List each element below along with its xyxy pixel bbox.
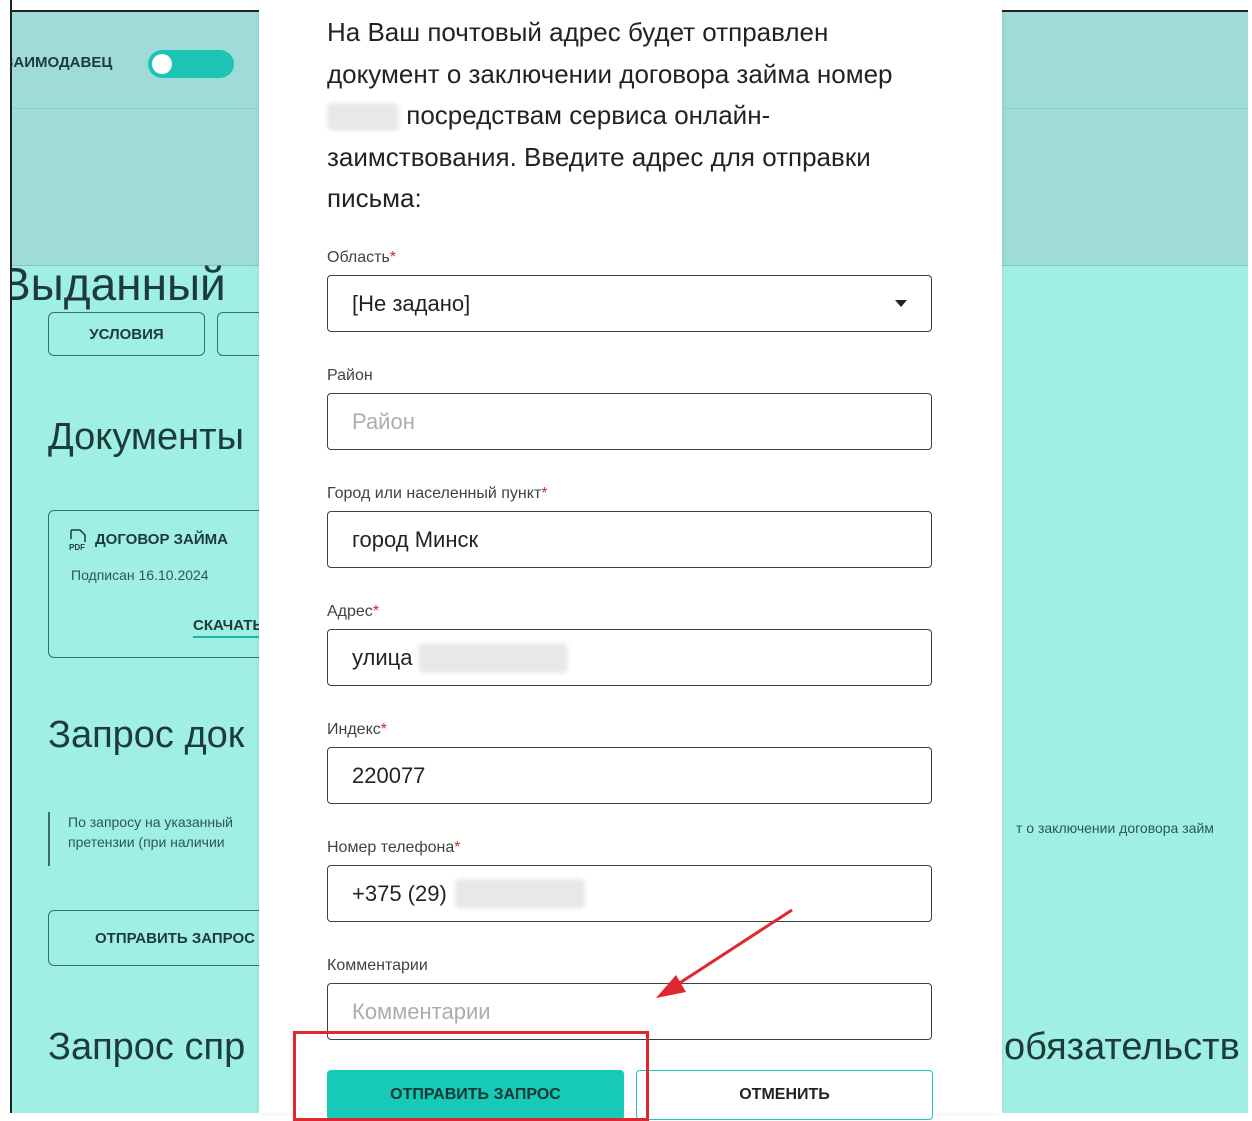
address-input[interactable]: улица	[327, 629, 932, 686]
certificate-heading: Запрос спр	[48, 1026, 246, 1068]
dropdown-caret-icon	[895, 300, 907, 307]
redacted-phone	[454, 878, 585, 909]
city-label: Город или населенный пункт*	[327, 485, 548, 502]
city-input[interactable]: город Минск	[327, 511, 932, 568]
region-label: Область*	[327, 249, 397, 266]
district-label: Район	[327, 367, 373, 384]
comments-label: Комментарии	[327, 957, 428, 974]
document-title: ДОГОВОР ЗАЙМА	[95, 531, 228, 548]
address-label: Адрес*	[327, 603, 380, 620]
phone-label: Номер телефона*	[327, 839, 461, 856]
svg-text:PDF: PDF	[69, 543, 85, 551]
document-signed-date: Подписан 16.10.2024	[71, 567, 209, 583]
annotation-highlight-box	[293, 1031, 649, 1121]
download-link[interactable]: СКАЧАТЬ	[193, 617, 264, 638]
page-title: Выданный	[12, 258, 226, 310]
send-request-button-bg[interactable]: ОТПРАВИТЬ ЗАПРОС	[48, 910, 288, 966]
role-toggle[interactable]	[148, 50, 234, 78]
region-select-value: [Не задано]	[352, 290, 471, 316]
role-toggle-knob	[152, 54, 172, 74]
tab-conditions[interactable]: УСЛОВИЯ	[48, 312, 205, 356]
certificate-heading-right: обязательств	[1004, 1026, 1240, 1068]
documents-heading: Документы	[48, 416, 244, 458]
phone-input[interactable]: +375 (29)	[327, 865, 932, 922]
modal-intro-text: На Ваш почтовый адрес будет отправлен до…	[327, 12, 937, 220]
intro-text-part-1: На Ваш почтовый адрес будет отправлен до…	[327, 17, 893, 89]
region-select[interactable]: [Не задано]	[327, 275, 932, 332]
screenshot-border-right	[1248, 0, 1252, 1113]
request-note-right-text: т о заключении договора займ	[1016, 820, 1214, 836]
address-input-value: улица	[352, 644, 413, 670]
document-card: PDF ДОГОВОР ЗАЙМА Подписан 16.10.2024 СК…	[48, 510, 288, 658]
screenshot-border-left	[0, 0, 12, 1113]
address-request-modal: На Ваш почтовый адрес будет отправлен до…	[259, 0, 1002, 1120]
index-input[interactable]: 220077	[327, 747, 932, 804]
phone-input-value: +375 (29)	[352, 880, 447, 906]
pdf-icon: PDF	[69, 529, 86, 551]
redacted-contract-number	[327, 103, 399, 132]
intro-text-part-2: посредствам сервиса онлайн-заимствования…	[327, 100, 871, 213]
role-toggle-label: ЗАИМОДАВЕЦ	[12, 54, 113, 71]
district-input[interactable]: Район	[327, 393, 932, 450]
request-docs-heading: Запрос док	[48, 714, 245, 756]
redacted-address	[418, 642, 569, 673]
index-label: Индекс*	[327, 721, 387, 738]
